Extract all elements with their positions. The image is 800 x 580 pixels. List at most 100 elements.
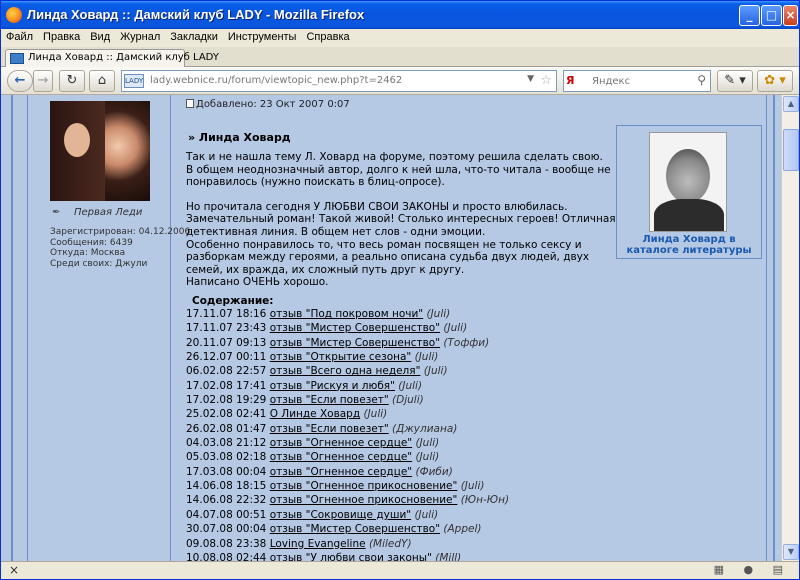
toc-link[interactable]: отзыв "Сокровище души" (270, 509, 411, 521)
menu-help[interactable]: Справка (301, 29, 354, 43)
toc-date: 17.02.08 19:29 (186, 394, 267, 407)
scroll-thumb[interactable] (783, 129, 799, 171)
toc-row: 17.02.08 17:41 отзыв "Рискуя и любя" (Ju… (186, 379, 626, 393)
back-button[interactable]: ← (7, 70, 33, 92)
toc-list: 17.11.07 18:16 отзыв "Под покровом ночи"… (186, 307, 626, 561)
toc-row: 17.03.08 00:04 отзыв "Огненное сердце" (… (186, 465, 626, 479)
bookmark-star-icon[interactable]: ☆ (540, 73, 552, 88)
toc-reviewer: (Juli) (443, 322, 468, 335)
toc-reviewer: (Juli) (414, 508, 439, 521)
toc-date: 04.07.08 00:51 (186, 508, 267, 521)
menu-history[interactable]: Журнал (115, 29, 165, 43)
toc-date: 17.11.07 23:43 (186, 322, 267, 335)
author-photo[interactable] (649, 132, 727, 232)
search-input[interactable] (592, 73, 688, 89)
toc-reviewer: (Juli) (415, 451, 440, 464)
site-identity-icon[interactable]: LADY (124, 74, 144, 88)
toc-reviewer: (Juli) (414, 351, 439, 364)
addon-toolbar-button[interactable]: ✎ ▾ (717, 70, 753, 92)
toc-reviewer: (Юн-Юн) (460, 494, 510, 507)
toc-reviewer: (Juli) (460, 480, 485, 493)
catalog-card[interactable]: Линда Ховард в каталоге литературы (616, 125, 762, 259)
menu-edit[interactable]: Правка (38, 29, 85, 43)
menu-file[interactable]: Файл (1, 29, 38, 43)
user-registered: Зарегистрирован: 04.12.2006 (50, 227, 191, 237)
toc-date: 04.03.08 21:12 (186, 437, 267, 450)
toc-link[interactable]: отзыв "Огненное прикосновение" (270, 494, 458, 506)
search-bar[interactable]: Я ⚲ (563, 70, 711, 92)
url-text[interactable]: lady.webnice.ru/forum/viewtopic_new.php?… (150, 75, 402, 86)
status-bar: × ▦ ● ▤ (1, 561, 799, 579)
toc-link[interactable]: отзыв "Мистер Совершенство" (270, 337, 440, 349)
toc-reviewer: (Джулиана) (392, 422, 458, 435)
toc-date: 26.12.07 00:11 (186, 351, 267, 364)
vertical-scrollbar[interactable]: ▲ ▼ (781, 95, 799, 561)
toc-link[interactable]: отзыв "Мистер Совершенство" (270, 523, 440, 535)
close-button[interactable]: × (783, 5, 798, 26)
toc-link[interactable]: отзыв "Мистер Совершенство" (270, 322, 440, 334)
tab-label: Линда Ховард :: Дамский клуб LADY (28, 52, 219, 63)
user-location: Откуда: Москва (50, 248, 126, 258)
toc-date: 30.07.08 00:04 (186, 523, 267, 536)
post-divider (170, 95, 171, 561)
quill-icon: ✒ (52, 207, 61, 218)
search-engine-icon[interactable]: Я (566, 73, 590, 89)
toc-link[interactable]: отзыв "Если повезет" (270, 394, 389, 406)
menu-view[interactable]: Вид (85, 29, 115, 43)
toc-reviewer: (MiledY) (368, 537, 412, 550)
user-avatar[interactable] (50, 101, 150, 201)
toc-row: 25.02.08 02:41 О Линде Ховард (Juli) (186, 407, 626, 421)
home-button[interactable]: ⌂ (89, 70, 115, 92)
toc-row: 30.07.08 00:04 отзыв "Мистер Совершенств… (186, 522, 626, 536)
catalog-link[interactable]: Линда Ховард в каталоге литературы (617, 234, 761, 256)
post-icon (186, 99, 194, 108)
toc-date: 20.11.07 09:13 (186, 336, 267, 349)
toc-row: 10.08.08 02:44 отзыв "У любви свои закон… (186, 551, 626, 561)
toc-date: 10.08.08 02:44 (186, 551, 267, 561)
toc-link[interactable]: отзыв "У любви свои законы" (270, 552, 432, 561)
scroll-up-button[interactable]: ▲ (783, 96, 799, 112)
toc-date: 09.08.08 23:38 (186, 537, 267, 550)
toc-row: 17.11.07 23:43 отзыв "Мистер Совершенств… (186, 321, 626, 335)
window-title: Линда Ховард :: Дамский клуб LADY - Mozi… (27, 7, 365, 22)
toc-link[interactable]: отзыв "Огненное прикосновение" (270, 480, 458, 492)
post-container: ✒ Первая Леди Зарегистрирован: 04.12.2006… (27, 95, 767, 561)
toc-row: 26.12.07 00:11 отзыв "Открытие сезона" (… (186, 350, 626, 364)
title-bar: Линда Ховард :: Дамский клуб LADY - Mozi… (1, 1, 799, 29)
post-heading: » Линда Ховард (188, 131, 291, 144)
toc-date: 25.02.08 02:41 (186, 408, 267, 421)
status-icons: ▦ ● ▤ (713, 563, 791, 576)
search-icon[interactable]: ⚲ (697, 73, 706, 87)
url-dropdown-icon[interactable]: ▼ (527, 74, 534, 84)
toc-link[interactable]: отзыв "Огненное сердце" (270, 451, 412, 463)
toc-link[interactable]: отзыв "Если повезет" (270, 423, 389, 435)
toc-link[interactable]: отзыв "Рискуя и любя" (270, 380, 395, 392)
settings-toolbar-button[interactable]: ✿ ▾ (757, 70, 793, 92)
address-bar[interactable]: LADY lady.webnice.ru/forum/viewtopic_new… (121, 70, 557, 92)
minimize-button[interactable]: _ (739, 5, 760, 26)
tab-active[interactable]: Линда Ховард :: Дамский клуб LADY (5, 49, 219, 67)
toc-reviewer: (Djuli) (392, 394, 424, 407)
toc-link[interactable]: отзыв "Всего одна неделя" (270, 365, 421, 377)
toc-reviewer: (Mill) (435, 551, 462, 561)
forum-frame: ✒ Первая Леди Зарегистрирован: 04.12.2006… (11, 95, 775, 561)
tab-bar: Линда Ховард :: Дамский клуб LADY (1, 47, 799, 67)
toc-reviewer: (Juli) (363, 408, 388, 421)
toc-reviewer: (Juli) (415, 437, 440, 450)
scroll-down-button[interactable]: ▼ (783, 544, 799, 560)
navigation-toolbar: ← → ↻ ⌂ LADY lady.webnice.ru/forum/viewt… (1, 67, 799, 95)
toc-link[interactable]: отзыв "Огненное сердце" (270, 466, 412, 478)
toc-link[interactable]: Loving Evangeline (270, 538, 366, 550)
toc-link[interactable]: отзыв "Огненное сердце" (270, 437, 412, 449)
toc-link[interactable]: отзыв "Под покровом ночи" (270, 308, 423, 320)
toc-link[interactable]: отзыв "Открытие сезона" (270, 351, 412, 363)
toc-link[interactable]: О Линде Ховард (270, 408, 360, 420)
menu-tools[interactable]: Инструменты (223, 29, 302, 43)
toc-date: 06.02.08 22:57 (186, 365, 267, 378)
menu-bookmarks[interactable]: Закладки (165, 29, 223, 43)
toc-row: 05.03.08 02:18 отзыв "Огненное сердце" (… (186, 450, 626, 464)
forward-button[interactable]: → (33, 70, 53, 92)
close-findbar-icon[interactable]: × (9, 563, 19, 577)
reload-button[interactable]: ↻ (59, 70, 85, 92)
maximize-button[interactable]: □ (761, 5, 782, 26)
